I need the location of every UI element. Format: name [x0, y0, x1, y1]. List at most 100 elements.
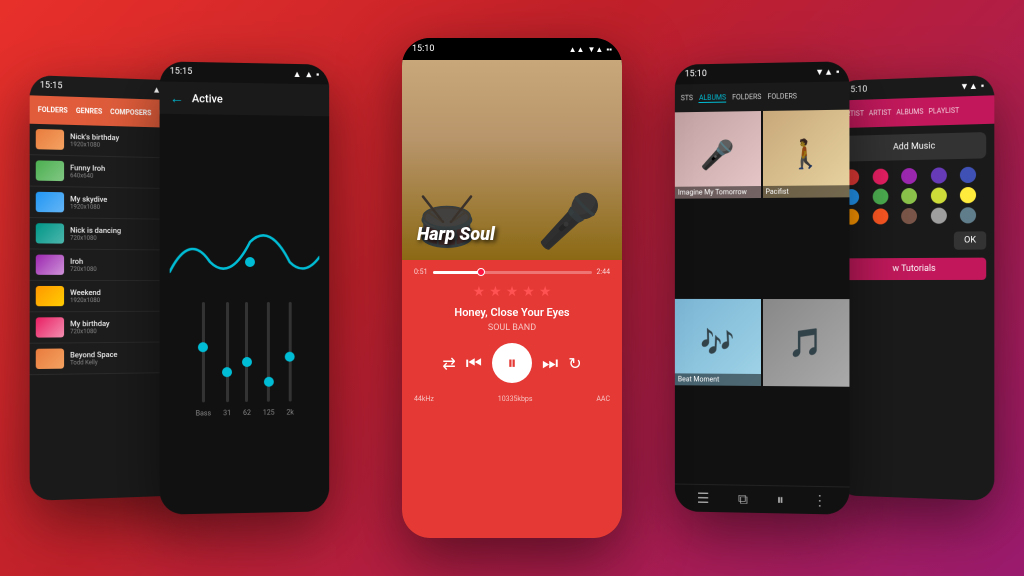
eq-slider-group[interactable]: 125 [263, 301, 275, 416]
star-1[interactable]: ★ [473, 284, 486, 300]
phone-2: 15:15 ▲ ▲ ▪ ← Active Bass 31 [160, 61, 330, 514]
tutorials-button[interactable]: w Tutorials [844, 258, 987, 280]
next-button[interactable]: ⏭ [542, 353, 558, 374]
eq-sliders: Bass 31 62 125 2k [186, 301, 304, 417]
album-label: Imagine My Tomorrow [675, 186, 761, 199]
eq-slider-group[interactable]: 31 [223, 302, 231, 417]
tab-artist2[interactable]: ARTIST [869, 109, 892, 118]
eq-label: 62 [243, 408, 251, 416]
phone4-bottom: ☰ ⧉ ⏸ ⋮ [675, 484, 850, 515]
eq-label: 125 [263, 408, 275, 416]
color-swatch[interactable] [901, 168, 917, 184]
file-thumbnail [36, 223, 64, 243]
band-name-art: Harp Soul [417, 224, 495, 245]
star-3[interactable]: ★ [506, 284, 519, 300]
tab-folders2[interactable]: FOLDERS [767, 92, 797, 102]
color-swatch[interactable] [901, 208, 917, 224]
eq-slider-track[interactable] [226, 302, 229, 402]
pause-button[interactable]: ⏸ [492, 343, 532, 383]
eq-slider-track[interactable] [289, 301, 292, 401]
phones-container: 15:15 ▲ ▲ ▪ FOLDERS GENRES COMPOSERS P N… [0, 0, 1024, 576]
signal-icon: ▲ [293, 68, 302, 79]
color-swatch[interactable] [960, 167, 976, 183]
player-bottom: 0:51 2:44 ★ ★ ★ ★ ★ Honey, Close Your Ey… [402, 260, 622, 538]
eq-slider-track[interactable] [245, 301, 248, 401]
eq-slider-thumb[interactable] [222, 367, 232, 377]
phone3-status-bar: 15:10 ▲▲ ▼▲ ▪▪ [402, 38, 622, 60]
color-swatch[interactable] [960, 207, 976, 223]
star-4[interactable]: ★ [522, 284, 535, 300]
color-swatch[interactable] [960, 187, 976, 203]
copy-icon[interactable]: ⧉ [738, 491, 748, 507]
shuffle-button[interactable]: ⇄ [442, 354, 455, 373]
repeat-button[interactable]: ↻ [568, 354, 581, 373]
progress-track[interactable] [433, 271, 592, 274]
album-cell[interactable]: 🚶 Pacifist [762, 110, 849, 198]
color-swatch[interactable] [931, 167, 947, 183]
phone5-tabs: ARTIST ARTIST ALBUMS PLAYLIST [836, 106, 965, 118]
color-swatch[interactable] [931, 208, 947, 224]
menu-icon[interactable]: ☰ [697, 490, 709, 506]
phone2-title: Active [192, 92, 223, 106]
signal-icon: ▲▲ [569, 45, 585, 54]
battery-icon: ▪▪ [606, 45, 612, 54]
color-palette [844, 166, 987, 224]
eq-slider-group[interactable]: Bass [196, 302, 211, 418]
tab-albums[interactable]: ALBUMS [896, 108, 923, 117]
star-rating[interactable]: ★ ★ ★ ★ ★ [414, 284, 610, 300]
battery-icon: ▪ [316, 69, 319, 80]
back-arrow-icon[interactable]: ← [170, 89, 184, 106]
song-artist: SOUL BAND [414, 323, 610, 333]
tab-composers[interactable]: COMPOSERS [110, 108, 151, 117]
tab-genres[interactable]: GENRES [76, 107, 102, 116]
tab-albums[interactable]: ALBUMS [699, 93, 726, 102]
progress-bar[interactable]: 0:51 2:44 [414, 268, 610, 276]
prev-button[interactable]: ⏮ [466, 353, 482, 374]
eq-wave-svg [170, 211, 320, 292]
battery-icon: ▪ [836, 66, 839, 77]
album-image: 🎵 [762, 299, 849, 386]
album-cell[interactable]: 🎶 Beat Moment [675, 299, 761, 386]
battery-icon: ▪ [981, 80, 984, 91]
file-thumbnail [36, 348, 64, 369]
eq-slider-thumb[interactable] [285, 351, 295, 361]
pause-icon-bottom[interactable]: ⏸ [777, 492, 784, 508]
phone4-status-icons: ▼▲ ▪ [815, 66, 839, 78]
phone-4: 15:10 ▼▲ ▪ STS ALBUMS FOLDERS FOLDERS 🎤 … [675, 61, 850, 514]
phone2-time: 15:15 [170, 67, 193, 77]
color-swatch[interactable] [872, 208, 888, 224]
album-label: Pacifist [762, 185, 849, 198]
file-thumbnail [36, 317, 64, 337]
star-2[interactable]: ★ [489, 284, 502, 300]
color-swatch[interactable] [901, 188, 917, 204]
eq-label: 2k [286, 408, 293, 416]
color-swatch[interactable] [931, 187, 947, 203]
album-label: Beat Moment [675, 373, 761, 386]
eq-slider-group[interactable]: 2k [286, 301, 293, 416]
tab-folders[interactable]: FOLDERS [38, 106, 68, 115]
eq-slider-thumb[interactable] [242, 356, 252, 366]
more-icon[interactable]: ⋮ [813, 492, 827, 508]
phone3-status-icons: ▲▲ ▼▲ ▪▪ [569, 45, 612, 54]
eq-slider-thumb[interactable] [198, 342, 208, 352]
eq-slider-track[interactable] [202, 302, 205, 402]
ok-button[interactable]: OK [954, 231, 986, 249]
phone3-time: 15:10 [412, 44, 434, 54]
album-cell[interactable]: 🎵 [762, 299, 849, 386]
eq-slider-track[interactable] [267, 301, 270, 401]
star-5[interactable]: ★ [539, 284, 552, 300]
color-swatch[interactable] [872, 188, 888, 204]
tab-folders1[interactable]: FOLDERS [732, 93, 761, 102]
tab-sts[interactable]: STS [681, 94, 693, 103]
tab-playlist[interactable]: PLAYLIST [928, 107, 959, 116]
add-music-button[interactable]: Add Music [844, 132, 987, 162]
eq-slider-thumb[interactable] [264, 376, 274, 386]
phone4-tabs: STS ALBUMS FOLDERS FOLDERS [675, 92, 803, 103]
eq-slider-group[interactable]: 62 [243, 301, 251, 416]
phone1-tabs: FOLDERS GENRES COMPOSERS P [30, 105, 172, 117]
pause-icon: ⏸ [508, 353, 517, 374]
album-cell[interactable]: 🎤 Imagine My Tomorrow [675, 111, 761, 198]
wifi-icon: ▼▲ [960, 80, 978, 92]
file-thumbnail [36, 160, 64, 181]
color-swatch[interactable] [872, 169, 888, 185]
